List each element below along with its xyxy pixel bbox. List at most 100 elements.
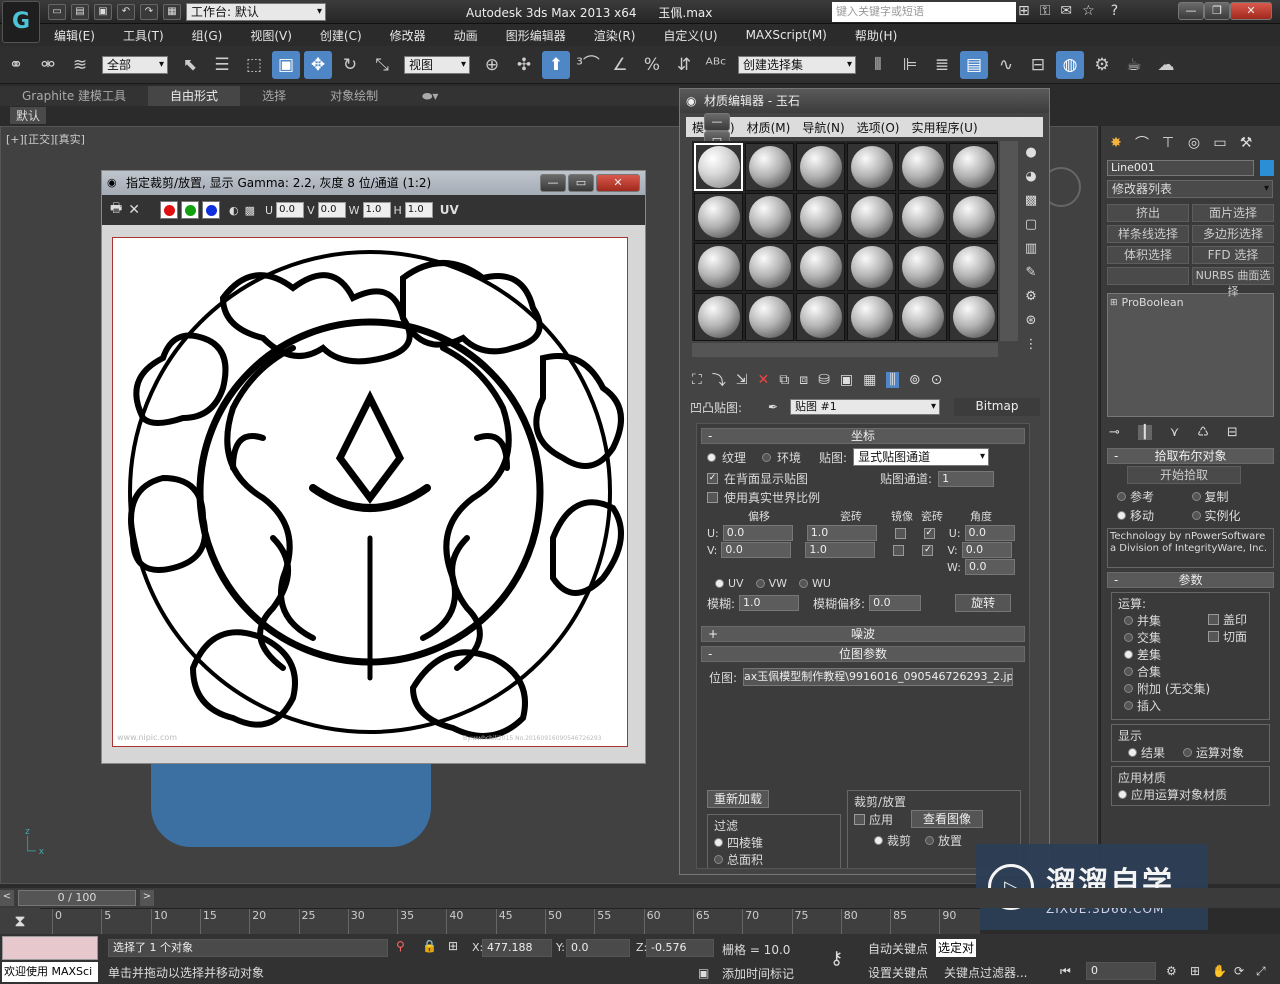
mono-channel-icon[interactable]: ◐ (229, 204, 239, 217)
y-coord-field[interactable]: 0.0 (566, 939, 630, 957)
menu-views[interactable]: 视图(V) (250, 27, 292, 44)
current-frame-field[interactable]: 0 (1086, 962, 1156, 980)
key-icon[interactable]: ⚿ (1040, 3, 1051, 19)
z-coord-field[interactable]: -0.576 (646, 939, 714, 957)
mat-minimize-button[interactable]: — (704, 113, 730, 131)
make-unique-icon[interactable]: ⧉ (779, 372, 789, 388)
assign-to-selection-icon[interactable]: ⇲ (736, 372, 748, 388)
view-image-button[interactable]: 查看图像 (911, 810, 984, 828)
display-tab-icon[interactable]: ▭ (1207, 130, 1233, 156)
set-key-icon[interactable]: ⚷ (830, 948, 843, 969)
material-slot[interactable] (949, 293, 998, 341)
v-mirror-checkbox[interactable] (893, 544, 905, 556)
show-end-result-icon[interactable]: ⫼ (886, 372, 899, 388)
apply-checkbox[interactable] (854, 813, 865, 825)
show-end-result-stack-icon[interactable]: ┃ (1137, 425, 1152, 440)
material-slot[interactable] (847, 193, 896, 241)
material-slot[interactable] (898, 193, 947, 241)
track-bar[interactable]: 0 5 10 15 20 25 30 35 40 45 50 55 60 65 70 75 80 85 90 (40, 908, 980, 935)
pan-view-icon[interactable]: ✋ (1212, 964, 1227, 978)
menu-graph-editors[interactable]: 图形编辑器 (506, 27, 566, 44)
material-slot[interactable] (949, 243, 998, 291)
object-name-field[interactable]: Line001 (1107, 160, 1255, 176)
new-file-icon[interactable]: ▭ (48, 4, 66, 20)
blue-channel-toggle[interactable] (202, 201, 221, 219)
menu-modifiers[interactable]: 修改器 (390, 27, 426, 44)
stack-item[interactable]: ⊞ ProBoolean (1110, 296, 1271, 309)
bitmap-rollout-header[interactable]: - 位图参数 (701, 646, 1025, 662)
material-map-navigator-icon[interactable]: ⋮ (1020, 333, 1042, 357)
time-slider-thumb[interactable]: 0 / 100 (18, 890, 136, 906)
mod-patch-select-button[interactable]: 面片选择 (1192, 204, 1274, 222)
set-key-button[interactable]: 设置关键点 (868, 964, 928, 981)
channel-field[interactable]: 1 (938, 470, 995, 487)
crop-minimize-button[interactable]: — (540, 174, 566, 192)
menu-rendering[interactable]: 渲染(R) (594, 27, 636, 44)
crop-v-field[interactable]: 0.0 (317, 202, 346, 218)
reload-button[interactable]: 重新加载 (707, 790, 769, 808)
auto-key-button[interactable]: 自动关键点 (868, 940, 928, 957)
graphite-toggle-icon[interactable]: ▤ (960, 50, 988, 79)
mod-poly-select-button[interactable]: 多边形选择 (1192, 225, 1274, 243)
zoom-extents-icon[interactable]: ⊞ (1190, 964, 1200, 978)
clear-icon[interactable]: ✕ (128, 202, 140, 218)
v-offset-field[interactable]: 0.0 (721, 542, 792, 558)
menu-edit[interactable]: 编辑(E) (54, 27, 95, 44)
print-icon[interactable]: 🖶 (110, 199, 122, 221)
select-scale-icon[interactable]: ⤡ (368, 51, 396, 79)
uv-radio[interactable] (715, 579, 724, 588)
result-radio[interactable] (1128, 748, 1137, 757)
show-back-checkbox[interactable]: ✓ (707, 473, 718, 484)
material-id-icon[interactable]: ▣ (840, 372, 853, 388)
object-color-swatch[interactable] (1260, 160, 1274, 176)
eyedropper-icon[interactable]: ✒ (768, 400, 790, 414)
mat-menu-utilities[interactable]: 实用程序(U) (911, 119, 977, 136)
spinner-snap-icon[interactable]: ⇵ (670, 51, 698, 79)
material-slot[interactable] (949, 143, 998, 191)
save-file-icon[interactable]: ▣ (94, 4, 112, 20)
crop-w-field[interactable]: 1.0 (362, 202, 391, 218)
u-offset-field[interactable]: 0.0 (722, 525, 793, 541)
named-selection-dropdown[interactable]: 创建选择集 (738, 55, 856, 74)
union-radio[interactable] (1124, 616, 1133, 625)
stack-expand-icon[interactable]: ⊞ (1110, 298, 1118, 308)
material-slot[interactable] (847, 243, 896, 291)
selection-filter-dropdown[interactable]: 全部 (102, 55, 168, 74)
time-config-icon[interactable]: ⚙ (1166, 964, 1177, 978)
menu-help[interactable]: 帮助(H) (855, 27, 897, 44)
edit-named-sets-icon[interactable]: ᴬᴮᶜ (702, 51, 730, 79)
w-angle-field[interactable]: 0.0 (965, 559, 1015, 575)
mod-nurbs-select-button[interactable]: NURBS 曲面选择 (1192, 267, 1274, 298)
mod-volume-select-button[interactable]: 体积选择 (1107, 246, 1189, 264)
material-slot[interactable] (694, 193, 743, 241)
ref-radio[interactable] (1117, 492, 1126, 501)
uv-toggle[interactable]: UV (440, 203, 459, 217)
pivot-center-icon[interactable]: ⊕ (478, 51, 506, 79)
uv-tiling-icon[interactable]: ▢ (1020, 213, 1042, 237)
sample-type-icon[interactable]: ● (1020, 141, 1042, 165)
undo-icon[interactable]: ↶ (117, 4, 135, 20)
v-angle-field[interactable]: 0.0 (961, 542, 1012, 558)
slots-vertical-scrollbar[interactable] (1000, 141, 1018, 341)
crop-radio[interactable] (874, 836, 883, 845)
blur-offset-field[interactable]: 0.0 (869, 595, 922, 611)
motion-tab-icon[interactable]: ◎ (1181, 130, 1207, 156)
red-channel-toggle[interactable] (160, 201, 179, 219)
mapping-dropdown[interactable]: 显式贴图通道 (853, 448, 990, 466)
schematic-view-icon[interactable]: ⊟ (1024, 51, 1052, 79)
material-slot[interactable] (898, 293, 947, 341)
material-slot[interactable] (694, 143, 743, 191)
texture-radio[interactable] (707, 452, 716, 462)
jade-pattern-image[interactable]: www.nipic.com By:wwhchili2015 No.2016091… (112, 237, 628, 747)
binoculars-icon[interactable]: ⊞ (1018, 3, 1030, 19)
crop-u-field[interactable]: 0.0 (276, 202, 305, 218)
coords-rollout-header[interactable]: - 坐标 (701, 428, 1025, 444)
place-radio[interactable] (925, 836, 935, 845)
mini-curve-editor-icon[interactable]: ⧗ (0, 908, 40, 934)
time-next-button[interactable]: > (140, 890, 154, 906)
isolate-selection-icon[interactable]: ⚲ (396, 939, 405, 953)
exchange-icon[interactable]: ✉ (1060, 3, 1072, 19)
background-icon[interactable]: ▩ (1020, 189, 1042, 213)
unlink-icon[interactable]: ⚮ (34, 51, 62, 79)
material-slot[interactable] (898, 243, 947, 291)
